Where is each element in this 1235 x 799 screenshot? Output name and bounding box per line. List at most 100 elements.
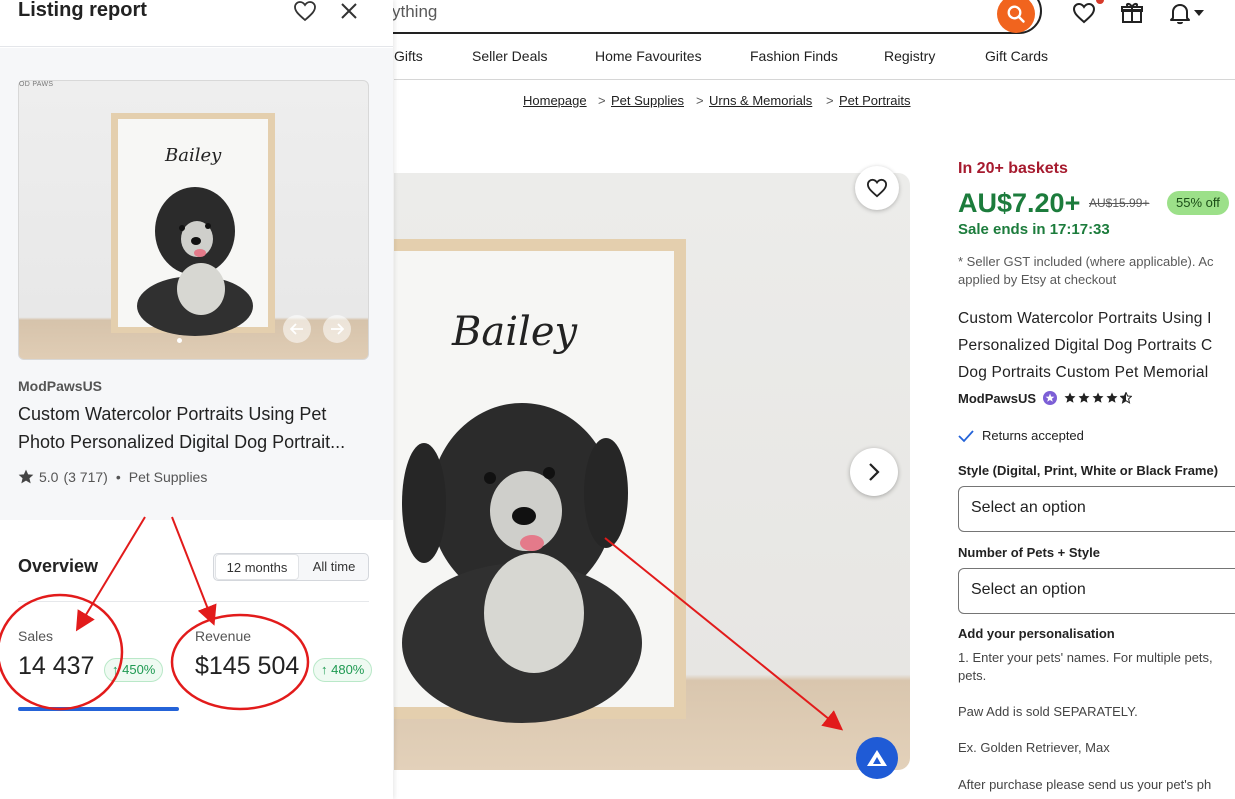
- panel-title: Listing report: [18, 0, 147, 21]
- sale-countdown: Sale ends in 17:17:33: [958, 221, 1110, 238]
- heart-icon: [294, 1, 316, 22]
- brand-watermark: OD PAWS: [19, 81, 54, 88]
- panel-rating: 5.0: [39, 469, 59, 485]
- pet-portrait-illustration: Bailey: [394, 239, 686, 723]
- search-icon: [1007, 5, 1025, 23]
- panel-category: Pet Supplies: [128, 469, 208, 485]
- personalisation-text: Paw Add is sold SEPARATELY.: [958, 704, 1138, 719]
- breadcrumb-urns-memorials[interactable]: Urns & Memorials: [709, 93, 812, 108]
- star-seller-badge-icon: [1043, 391, 1058, 405]
- notification-dot: [1096, 0, 1104, 4]
- panel-title-line: Photo Personalized Digital Dog Portrait.…: [18, 432, 346, 452]
- breadcrumb-pet-portraits[interactable]: Pet Portraits: [839, 93, 911, 108]
- gst-note-line: applied by Etsy at checkout: [958, 272, 1117, 287]
- star-icon: [1064, 392, 1076, 403]
- original-price: AU$15.99+: [1089, 196, 1150, 210]
- check-icon: [958, 429, 974, 442]
- panel-title-line: Custom Watercolor Portraits Using Pet: [18, 404, 327, 424]
- gst-note-line: * Seller GST included (where applicable)…: [958, 254, 1214, 269]
- favorites-button[interactable]: [1071, 0, 1097, 26]
- revenue-growth-badge: ↑ 480%: [313, 658, 373, 682]
- breadcrumb-separator: >: [826, 93, 834, 108]
- time-range-toggle: 12 months All time: [213, 553, 369, 581]
- nav-item-registry[interactable]: Registry: [884, 48, 935, 64]
- carousel-dot: [177, 338, 182, 343]
- chevron-down-icon: [1194, 10, 1204, 16]
- nav-item-gifts[interactable]: Gifts: [394, 48, 423, 64]
- shop-link[interactable]: ModPawsUS: [958, 391, 1036, 406]
- panel-close-button[interactable]: [338, 0, 360, 27]
- product-image[interactable]: Bailey: [394, 173, 910, 770]
- returns-text: Returns accepted: [982, 428, 1084, 443]
- overview-divider: [18, 601, 369, 602]
- arrow-left-icon: [290, 323, 303, 335]
- heart-icon: [1072, 2, 1096, 24]
- product-title-line: Custom Watercolor Portraits Using I: [958, 310, 1212, 327]
- sales-active-indicator: [18, 707, 179, 711]
- pets-select[interactable]: Select an option: [958, 568, 1235, 614]
- panel-shop-name[interactable]: ModPawsUS: [18, 378, 102, 394]
- product-title-line: Dog Portraits Custom Pet Memorial: [958, 364, 1209, 381]
- discount-badge: 55% off: [1167, 191, 1229, 215]
- nav-item-fashion-finds[interactable]: Fashion Finds: [750, 48, 838, 64]
- toggle-all-time[interactable]: All time: [300, 554, 368, 580]
- close-icon: [341, 3, 357, 19]
- sales-label: Sales: [18, 628, 54, 644]
- gift-icon: [1121, 3, 1143, 23]
- nav-item-seller-deals[interactable]: Seller Deals: [472, 48, 547, 64]
- star-icon: [1078, 392, 1090, 403]
- thumbnail-prev-button[interactable]: [283, 315, 311, 343]
- panel-favorite-button[interactable]: [293, 0, 317, 27]
- favorite-button[interactable]: [855, 166, 899, 210]
- style-label: Style (Digital, Print, White or Black Fr…: [958, 463, 1219, 478]
- gst-note: * Seller GST included (where applicable)…: [958, 253, 1214, 289]
- nav-divider: [394, 79, 1235, 80]
- personalisation-text: After purchase please send us your pet's…: [958, 777, 1212, 792]
- style-select[interactable]: Select an option: [958, 486, 1235, 532]
- panel-product-title[interactable]: Custom Watercolor Portraits Using Pet Ph…: [18, 400, 345, 456]
- frame-script-name: Bailey: [451, 309, 579, 355]
- personalisation-text: 1. Enter your pets' names. For multiple …: [958, 650, 1213, 665]
- star-icon: [1092, 392, 1104, 403]
- chevron-right-icon: [869, 463, 880, 481]
- bell-icon: [1170, 4, 1190, 25]
- overview-heading: Overview: [18, 556, 99, 576]
- sales-growth-badge: ↑ 450%: [104, 658, 164, 682]
- baskets-count: In 20+ baskets: [958, 160, 1068, 177]
- sales-value: 14 437: [18, 652, 95, 680]
- rating-stars: [1064, 392, 1133, 404]
- product-title-line: Personalized Digital Dog Portraits C: [958, 337, 1213, 354]
- panel-rating-line: 5.0 (3 717) • Pet Supplies: [18, 469, 207, 485]
- nav-item-gift-cards[interactable]: Gift Cards: [985, 48, 1048, 64]
- separator-dot: •: [115, 469, 121, 485]
- account-menu-toggle[interactable]: [1192, 0, 1206, 26]
- listing-report-panel: Listing report Bailey OD PAWS ModPawsUS …: [0, 0, 393, 799]
- sale-price: AU$7.20+: [958, 188, 1081, 218]
- revenue-value: $145 504: [195, 652, 300, 680]
- extension-button[interactable]: [856, 737, 898, 779]
- star-icon: [1106, 392, 1118, 403]
- personalisation-text: pets.: [958, 668, 987, 683]
- search-input[interactable]: ything: [392, 2, 437, 22]
- toggle-12-months[interactable]: 12 months: [215, 554, 299, 580]
- arrow-right-icon: [331, 323, 344, 335]
- revenue-label: Revenue: [195, 628, 252, 644]
- next-image-button[interactable]: [850, 448, 898, 496]
- product-title: Custom Watercolor Portraits Using I Pers…: [958, 305, 1212, 386]
- nav-item-home-favourites[interactable]: Home Favourites: [595, 48, 702, 64]
- gift-button[interactable]: [1119, 0, 1145, 26]
- panel-header: Listing report: [0, 0, 393, 47]
- breadcrumb-separator: >: [696, 93, 704, 108]
- personalisation-label: Add your personalisation: [958, 626, 1115, 641]
- listing-thumbnail[interactable]: Bailey: [18, 80, 369, 360]
- star-icon: [18, 469, 34, 484]
- notifications-button[interactable]: [1167, 0, 1193, 26]
- breadcrumb-pet-supplies[interactable]: Pet Supplies: [611, 93, 684, 108]
- breadcrumb-homepage[interactable]: Homepage: [523, 93, 587, 108]
- thumbnail-illustration: Bailey: [111, 113, 275, 336]
- shop-rating-line: ModPawsUS: [958, 390, 1133, 406]
- thumbnail-next-button[interactable]: [323, 315, 351, 343]
- heart-icon: [866, 178, 888, 198]
- pets-label: Number of Pets + Style: [958, 545, 1100, 560]
- panel-review-count: (3 717): [63, 469, 108, 485]
